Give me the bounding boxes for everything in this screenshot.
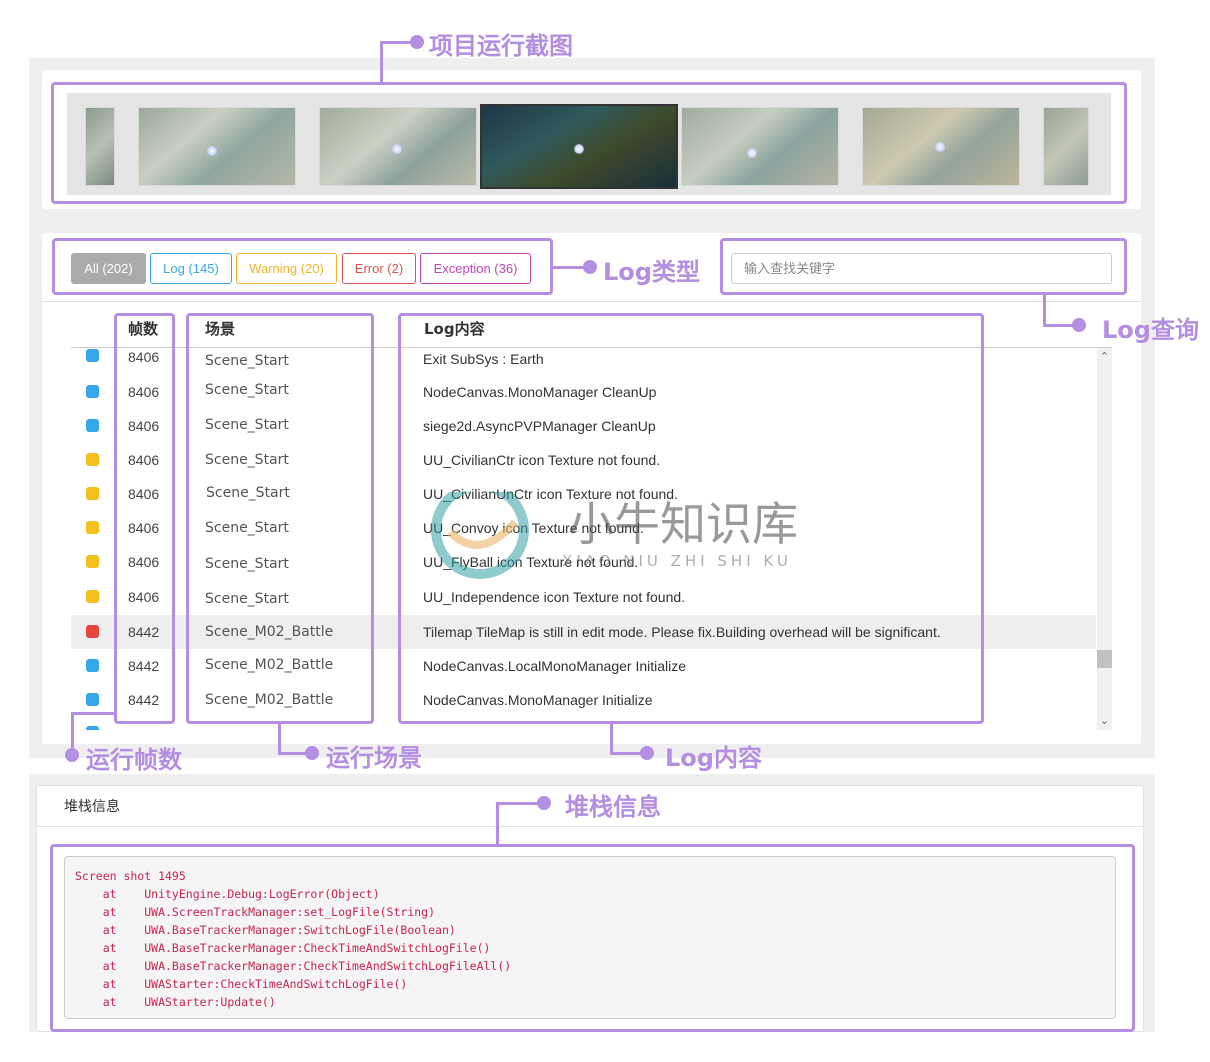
callout-stack: 堆栈信息 bbox=[565, 793, 661, 821]
log-level-dot-icon bbox=[86, 693, 99, 706]
chevron-up-icon[interactable]: ⌃ bbox=[1097, 350, 1112, 363]
stack-title: 堆栈信息 bbox=[64, 799, 120, 815]
callout-log-query: Log查询 bbox=[1102, 316, 1199, 344]
log-level-dot-icon bbox=[86, 349, 99, 362]
connector-dot-icon bbox=[1072, 318, 1086, 332]
log-level-dot-icon bbox=[86, 453, 99, 466]
log-level-dot-icon bbox=[86, 625, 99, 638]
connector-dot-icon bbox=[583, 260, 597, 274]
table-scrollbar[interactable]: ⌃ ⌄ bbox=[1097, 348, 1112, 730]
stack-divider bbox=[36, 826, 1144, 827]
connector-line bbox=[380, 41, 383, 83]
annotation-box-frames bbox=[114, 313, 175, 724]
annotation-box-log-query bbox=[720, 238, 1127, 295]
connector-line bbox=[496, 802, 499, 845]
log-level-dot-icon bbox=[86, 385, 99, 398]
annotation-box-log-content bbox=[398, 313, 984, 724]
chevron-down-icon[interactable]: ⌄ bbox=[1097, 714, 1112, 727]
callout-log-content: Log内容 bbox=[665, 744, 762, 772]
log-level-dot-icon bbox=[86, 659, 99, 672]
divider bbox=[42, 301, 1141, 302]
connector-line bbox=[1043, 295, 1046, 327]
scrollbar-thumb[interactable] bbox=[1097, 650, 1112, 668]
callout-screenshots: 项目运行截图 bbox=[429, 32, 573, 60]
callout-frames: 运行帧数 bbox=[86, 746, 182, 774]
log-level-dot-icon bbox=[86, 419, 99, 432]
callout-scene: 运行场景 bbox=[326, 744, 422, 772]
connector-line bbox=[71, 712, 115, 715]
log-level-dot-icon bbox=[86, 555, 99, 568]
connector-line bbox=[71, 712, 74, 748]
annotation-box-stack bbox=[50, 844, 1135, 1032]
annotation-box-scene bbox=[186, 313, 374, 724]
connector-dot-icon bbox=[537, 796, 551, 810]
annotation-box-log-type bbox=[52, 238, 553, 295]
log-level-dot-icon bbox=[86, 521, 99, 534]
log-level-dot-icon bbox=[86, 726, 99, 730]
connector-dot-icon bbox=[640, 746, 654, 760]
callout-log-type: Log类型 bbox=[603, 258, 700, 286]
connector-line bbox=[278, 724, 281, 755]
connector-line bbox=[496, 802, 540, 805]
connector-line bbox=[610, 752, 640, 755]
annotation-box-screenshots bbox=[51, 82, 1127, 204]
log-level-dot-icon bbox=[86, 487, 99, 500]
connector-line bbox=[278, 752, 308, 755]
connector-dot-icon bbox=[305, 746, 319, 760]
connector-line bbox=[610, 724, 613, 755]
connector-dot-icon bbox=[65, 748, 79, 762]
log-level-dot-icon bbox=[86, 590, 99, 603]
connector-dot-icon bbox=[410, 35, 424, 49]
